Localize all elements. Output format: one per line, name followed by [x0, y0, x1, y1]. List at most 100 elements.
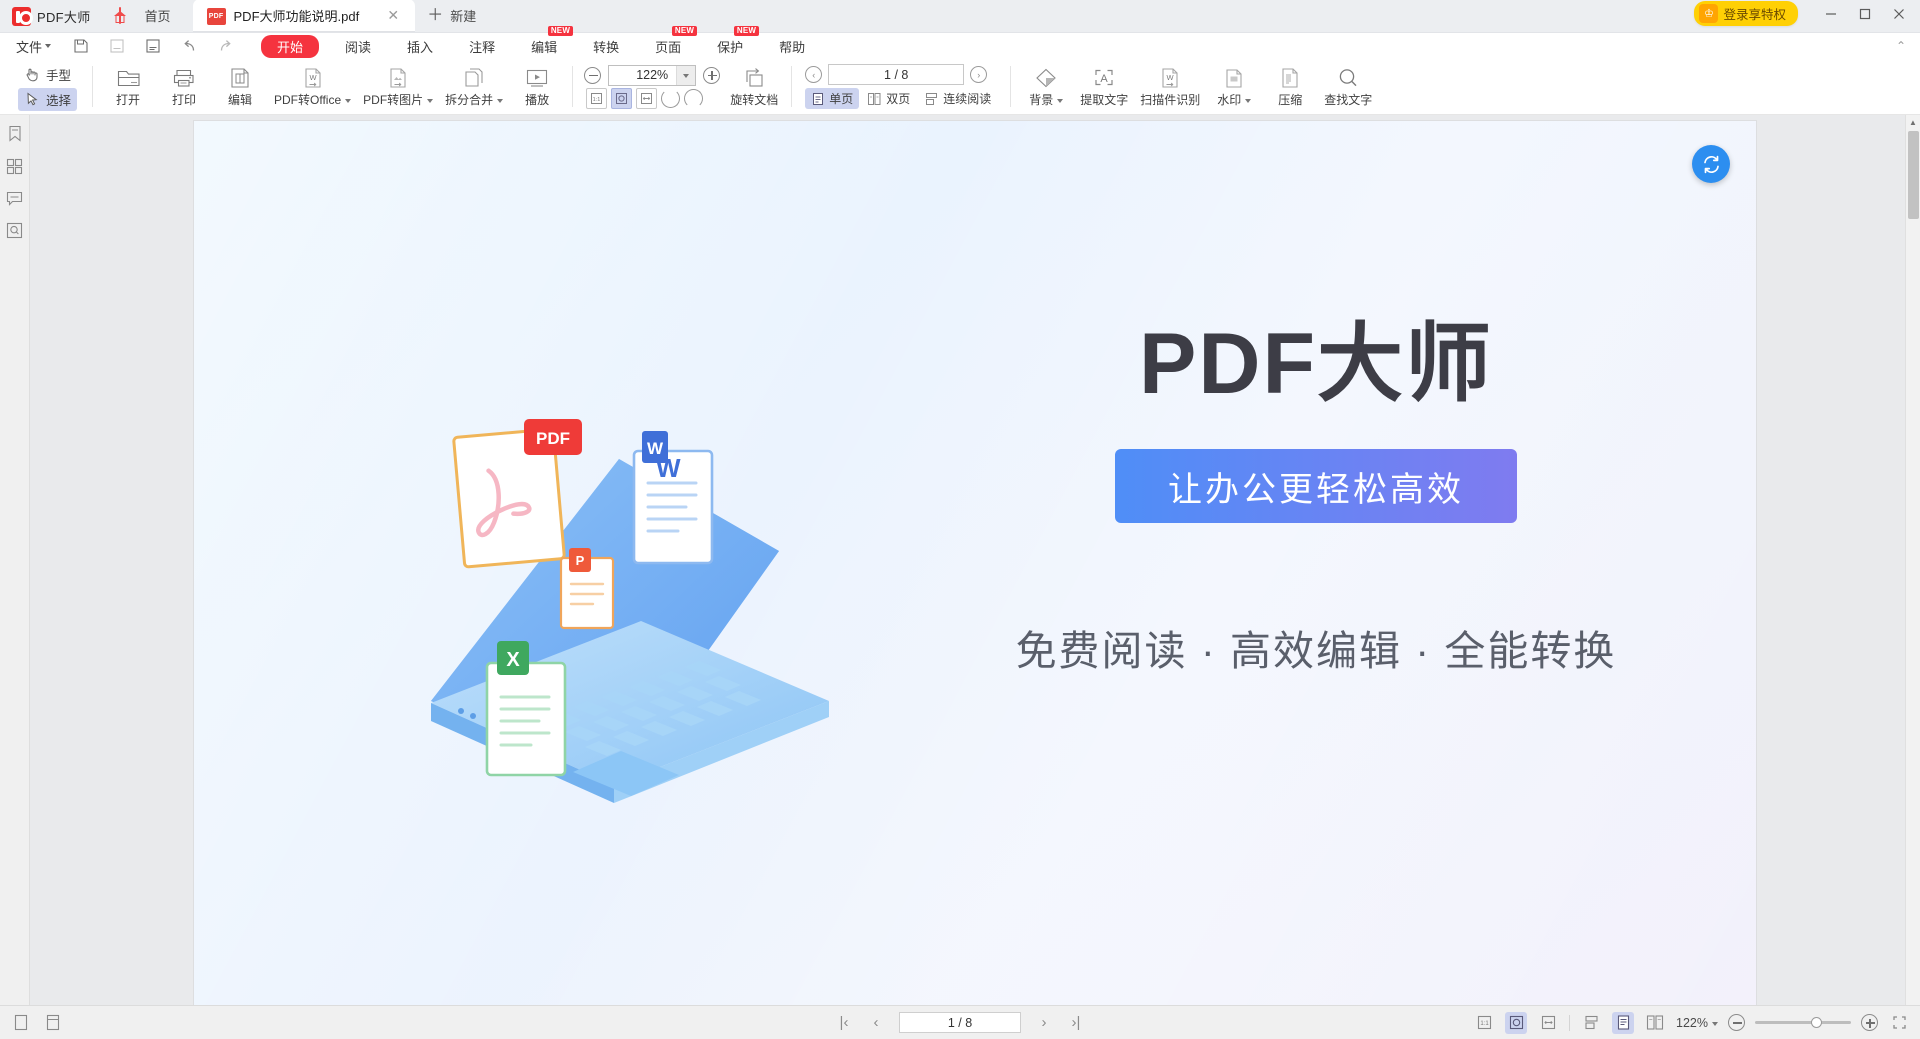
close-window-icon[interactable] — [1882, 2, 1916, 26]
tool-ocr[interactable]: W 扫描件识别 — [1134, 59, 1206, 114]
mode-select[interactable]: 选择 — [18, 88, 77, 111]
view-mode-single[interactable]: 单页 — [805, 88, 859, 109]
menu-item-convert[interactable]: 转换 — [575, 35, 637, 58]
fullscreen-icon[interactable] — [1888, 1012, 1910, 1034]
tool-compress[interactable]: 压缩 — [1262, 59, 1318, 114]
tool-background[interactable]: 背景 — [1018, 59, 1074, 114]
view-mode-dual[interactable]: 双页 — [861, 88, 916, 109]
scroll-up-icon[interactable]: ▲ — [1906, 115, 1920, 130]
chevron-down-icon — [1057, 99, 1063, 103]
status-page-input[interactable]: 1 / 8 — [899, 1012, 1021, 1033]
status-zoom-dropdown[interactable]: 122% — [1676, 1016, 1718, 1030]
status-layout-view-icon[interactable] — [42, 1012, 64, 1034]
status-actual-size-icon[interactable]: 1:1 — [1473, 1012, 1495, 1034]
status-dual-page-icon[interactable] — [1644, 1012, 1666, 1034]
status-zoom-out-icon[interactable] — [1728, 1014, 1745, 1031]
tab-document[interactable]: PDF PDF大师功能说明.pdf ✕ — [193, 0, 416, 32]
menu-item-start[interactable]: 开始 — [261, 35, 319, 58]
convert-refresh-icon[interactable] — [1692, 145, 1730, 183]
status-page-view-icon[interactable] — [10, 1012, 32, 1034]
undo-icon[interactable] — [171, 33, 207, 59]
file-menu[interactable]: 文件 — [16, 37, 63, 56]
menu-item-read[interactable]: 阅读 — [327, 35, 389, 58]
tool-extract-text[interactable]: A 提取文字 — [1074, 59, 1134, 114]
prev-page-icon[interactable]: ‹ — [805, 66, 822, 83]
status-continuous-icon[interactable] — [1580, 1012, 1602, 1034]
tool-pdf-to-office[interactable]: W PDF转Office — [268, 59, 357, 114]
tool-pdf-to-image-label: PDF转图片 — [363, 91, 433, 108]
search-panel-icon[interactable] — [6, 221, 24, 239]
chevron-down-icon[interactable] — [676, 66, 695, 85]
menu-item-help[interactable]: 帮助 — [761, 35, 823, 58]
status-zoom-in-icon[interactable] — [1861, 1014, 1878, 1031]
status-fit-width-icon[interactable] — [1537, 1012, 1559, 1034]
zoom-in-icon[interactable] — [703, 67, 720, 84]
pdf-file-icon: PDF — [207, 8, 226, 25]
comments-icon[interactable] — [6, 189, 24, 207]
mode-hand[interactable]: 手型 — [18, 63, 77, 86]
menu-item-help-label: 帮助 — [779, 40, 805, 55]
tool-find-text[interactable]: 查找文字 — [1318, 59, 1378, 114]
menu-item-page[interactable]: 页面 NEW — [637, 35, 699, 58]
page-number-input[interactable]: 1 / 8 — [828, 64, 964, 85]
new-tab-button[interactable]: ＋ 新建 — [415, 6, 488, 32]
svg-text:W: W — [647, 439, 664, 458]
view-mode-continuous[interactable]: 连续阅读 — [918, 88, 997, 109]
document-viewer[interactable]: PDF W — [30, 115, 1920, 1005]
svg-text:W: W — [1167, 73, 1175, 82]
scrollbar-thumb[interactable] — [1908, 131, 1919, 219]
tool-play[interactable]: 播放 — [509, 59, 565, 114]
vip-login-label: 登录享特权 — [1723, 4, 1786, 23]
menu-item-annotate-label: 注释 — [469, 40, 495, 55]
save-as-icon[interactable] — [99, 33, 135, 59]
status-single-page-icon[interactable] — [1612, 1012, 1634, 1034]
status-fit-page-icon[interactable] — [1505, 1012, 1527, 1034]
last-page-icon[interactable]: ›| — [1067, 1014, 1085, 1031]
first-page-icon[interactable]: |‹ — [835, 1014, 853, 1031]
title-bar-right: ♔ 登录享特权 — [1694, 1, 1920, 32]
tool-print[interactable]: 打印 — [156, 59, 212, 114]
vertical-scrollbar[interactable]: ▲ — [1905, 115, 1920, 1005]
tab-home[interactable]: 首页 — [105, 0, 193, 32]
left-rail — [0, 115, 30, 1005]
maximize-icon[interactable] — [1848, 2, 1882, 26]
tool-rotate-document[interactable]: 旋转文档 — [724, 59, 784, 114]
tool-open[interactable]: 打开 — [100, 59, 156, 114]
redo-icon[interactable] — [207, 33, 243, 59]
close-icon[interactable]: ✕ — [385, 8, 401, 24]
zoom-out-icon[interactable] — [584, 67, 601, 84]
next-page-icon[interactable]: › — [1035, 1014, 1053, 1031]
chevron-down-icon — [497, 99, 503, 103]
fit-page-icon[interactable] — [611, 88, 632, 109]
chevron-up-icon[interactable]: ⌃ — [1896, 39, 1906, 53]
pdf-to-word-icon: W — [301, 64, 325, 90]
vip-login-button[interactable]: ♔ 登录享特权 — [1694, 1, 1798, 26]
menu-item-insert[interactable]: 插入 — [389, 35, 451, 58]
tool-pdf-to-office-text: PDF转Office — [274, 91, 341, 108]
save-icon[interactable] — [63, 33, 99, 59]
tool-edit[interactable]: 编辑 — [212, 59, 268, 114]
zoom-slider[interactable] — [1755, 1021, 1851, 1024]
next-page-icon[interactable]: › — [970, 66, 987, 83]
tool-pdf-to-image[interactable]: PDF转图片 — [357, 59, 439, 114]
fit-actual-size-icon[interactable]: 1:1 — [586, 88, 607, 109]
menu-item-annotate[interactable]: 注释 — [451, 35, 513, 58]
ocr-icon: W — [1158, 64, 1182, 90]
bookmark-icon[interactable] — [6, 125, 24, 143]
tool-watermark[interactable]: 水印 — [1206, 59, 1262, 114]
tool-split-merge-text: 拆分合并 — [445, 91, 493, 108]
thumbnails-icon[interactable] — [6, 157, 24, 175]
new-badge: NEW — [672, 26, 697, 37]
file-menu-label: 文件 — [16, 37, 42, 56]
print-icon[interactable] — [135, 33, 171, 59]
menu-item-edit[interactable]: 编辑 NEW — [513, 35, 575, 58]
menu-item-protect[interactable]: 保护 NEW — [699, 35, 761, 58]
prev-page-icon[interactable]: ‹ — [867, 1014, 885, 1031]
rotate-left-icon[interactable] — [661, 89, 680, 108]
rotate-right-icon[interactable] — [684, 89, 703, 108]
zoom-slider-knob[interactable] — [1811, 1017, 1822, 1028]
tool-split-merge[interactable]: 拆分合并 — [439, 59, 509, 114]
zoom-input[interactable]: 122% — [608, 65, 696, 86]
fit-width-icon[interactable] — [636, 88, 657, 109]
minimize-icon[interactable] — [1814, 2, 1848, 26]
